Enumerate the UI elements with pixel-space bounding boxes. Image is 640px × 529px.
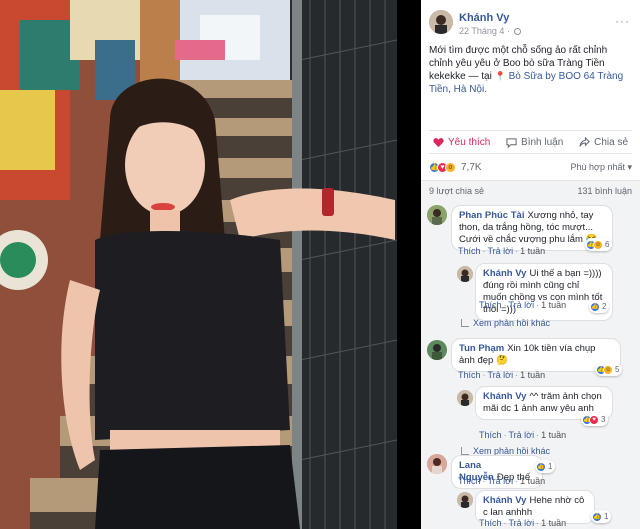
commenter-name[interactable]: Phan Phúc Tài [459, 210, 524, 221]
comment-reactions-badge[interactable]: 👍 o 6 [585, 238, 613, 251]
reply-arrow-icon [461, 447, 469, 455]
reply-reaction-count: 3 [601, 415, 606, 424]
reply-reactions-badge[interactable]: 👍 1 [591, 510, 612, 523]
share-label: Chia sẻ [594, 136, 628, 148]
like-button[interactable]: Yêu thích [433, 137, 490, 148]
like-reaction-icon: 👍 [536, 461, 546, 472]
comment-reaction-count: 1 [548, 462, 553, 471]
photo-illustration [0, 0, 397, 529]
comment-meta: Thích · Trả lời · 1 tuần [458, 370, 546, 380]
reaction-count[interactable]: 7,7K [461, 162, 482, 173]
comment-reaction-count: 6 [605, 240, 610, 249]
post-actions: Yêu thích Bình luận Chia sẻ [429, 130, 632, 154]
share-button[interactable]: Chia sẻ [579, 136, 628, 148]
reply-reaction-count: 1 [604, 512, 609, 521]
love-reaction-icon: ♥ [589, 414, 599, 425]
comment-time[interactable]: 1 tuần [520, 246, 545, 256]
reply-avatar[interactable] [457, 266, 473, 282]
like-reaction-icon: 👍 [592, 511, 602, 522]
reply-reactions-badge[interactable]: 👍 2 [589, 300, 610, 313]
commenter-name[interactable]: Tun Phạm [459, 343, 504, 354]
reply-arrow-icon [461, 319, 469, 327]
like-reaction-icon: 👍 [590, 301, 600, 312]
post-date-text: 22 Tháng 4 [459, 26, 505, 36]
reply-like-link[interactable]: Thích [479, 430, 502, 440]
reply-time[interactable]: 1 tuần [541, 518, 566, 528]
reply-author-name[interactable]: Khánh Vy [483, 495, 526, 506]
more-options-icon[interactable]: ··· [615, 14, 630, 28]
reply-author-name[interactable]: Khánh Vy [483, 391, 526, 402]
view-more-replies[interactable]: Xem phản hồi khác [461, 318, 550, 328]
reply-reaction-count: 2 [602, 302, 607, 311]
author-name[interactable]: Khánh Vy [459, 12, 509, 24]
view-more-replies-label: Xem phản hồi khác [473, 318, 551, 328]
share-count[interactable]: 9 lượt chia sẻ [429, 186, 484, 196]
reply-avatar[interactable] [457, 390, 473, 406]
comment-label: Bình luận [521, 136, 564, 148]
post-photo[interactable] [0, 0, 397, 529]
reply-time[interactable]: 1 tuần [541, 430, 566, 440]
reply-reply-link[interactable]: Trả lời [509, 300, 535, 310]
post-stats: 9 lượt chia sẻ 131 bình luận [421, 180, 640, 200]
reply-reactions-badge[interactable]: 👍 ♥ 3 [581, 413, 609, 426]
comment-count[interactable]: 131 bình luận [577, 186, 632, 196]
comment-reply-link[interactable]: Trả lời [488, 370, 514, 380]
comment-reactions-badge[interactable]: 👍 1 [535, 460, 556, 473]
comment-reaction-count: 5 [615, 365, 620, 374]
post-side-panel: Khánh Vy 22 Tháng 4 · ··· Mới tìm được m… [421, 0, 640, 529]
reply-author-name[interactable]: Khánh Vy [483, 268, 526, 279]
reply-meta: Thích · Trả lời · 1 tuần [479, 518, 567, 528]
comment-time[interactable]: 1 tuần [520, 476, 545, 486]
reply-avatar[interactable] [457, 492, 473, 508]
wow-reaction-icon[interactable]: o [445, 161, 456, 173]
share-icon [579, 136, 590, 147]
post-text: Mới tìm được một chỗ sống ảo rất chỉnh c… [421, 40, 640, 128]
globe-icon [514, 28, 522, 35]
wow-reaction-icon: o [603, 364, 613, 375]
location-pin-icon: 📍 [494, 71, 506, 81]
comment-meta: Thích · Trả lời · 1 tuần [458, 476, 546, 486]
reply-meta: Thích · Trả lời · 1 tuần [479, 430, 567, 440]
comment-sort-dropdown[interactable]: Phù hợp nhất ▾ [571, 162, 632, 173]
author-avatar[interactable] [429, 10, 453, 34]
comment-time[interactable]: 1 tuần [520, 370, 545, 380]
comment-reply-link[interactable]: Trả lời [488, 246, 514, 256]
reply-time[interactable]: 1 tuần [541, 300, 566, 310]
comment-icon [506, 137, 517, 148]
post-date[interactable]: 22 Tháng 4 · [459, 26, 522, 36]
like-label: Yêu thích [448, 136, 491, 148]
reply-reply-link[interactable]: Trả lời [509, 518, 535, 528]
reply-like-link[interactable]: Thích [479, 300, 502, 310]
wow-reaction-icon: o [593, 239, 603, 250]
comment-reactions-badge[interactable]: 👍 o 5 [595, 363, 623, 376]
reply-like-link[interactable]: Thích [479, 518, 502, 528]
reply-reply-link[interactable]: Trả lời [509, 430, 535, 440]
comment-reply-link[interactable]: Trả lời [488, 476, 514, 486]
commenter-avatar[interactable] [427, 205, 447, 225]
reply-meta: Thích · Trả lời · 1 tuần [479, 300, 567, 310]
post-header: Khánh Vy 22 Tháng 4 · ··· [421, 0, 640, 40]
comment-meta: Thích · Trả lời · 1 tuần [458, 246, 546, 256]
comment-like-link[interactable]: Thích [458, 370, 481, 380]
heart-icon [433, 137, 444, 147]
commenter-avatar[interactable] [427, 340, 447, 360]
comment-like-link[interactable]: Thích [458, 246, 481, 256]
comment-list: Phan Phúc Tài Xương nhỏ, tay thon, da trắ… [421, 200, 640, 529]
comment-button[interactable]: Bình luận [506, 137, 563, 148]
commenter-avatar[interactable] [427, 454, 447, 474]
comment-emoji: 🤔 [495, 355, 508, 366]
comment-like-link[interactable]: Thích [458, 476, 481, 486]
reaction-summary: 👍 ♥ o 7,7K Phù hợp nhất ▾ [429, 158, 632, 176]
